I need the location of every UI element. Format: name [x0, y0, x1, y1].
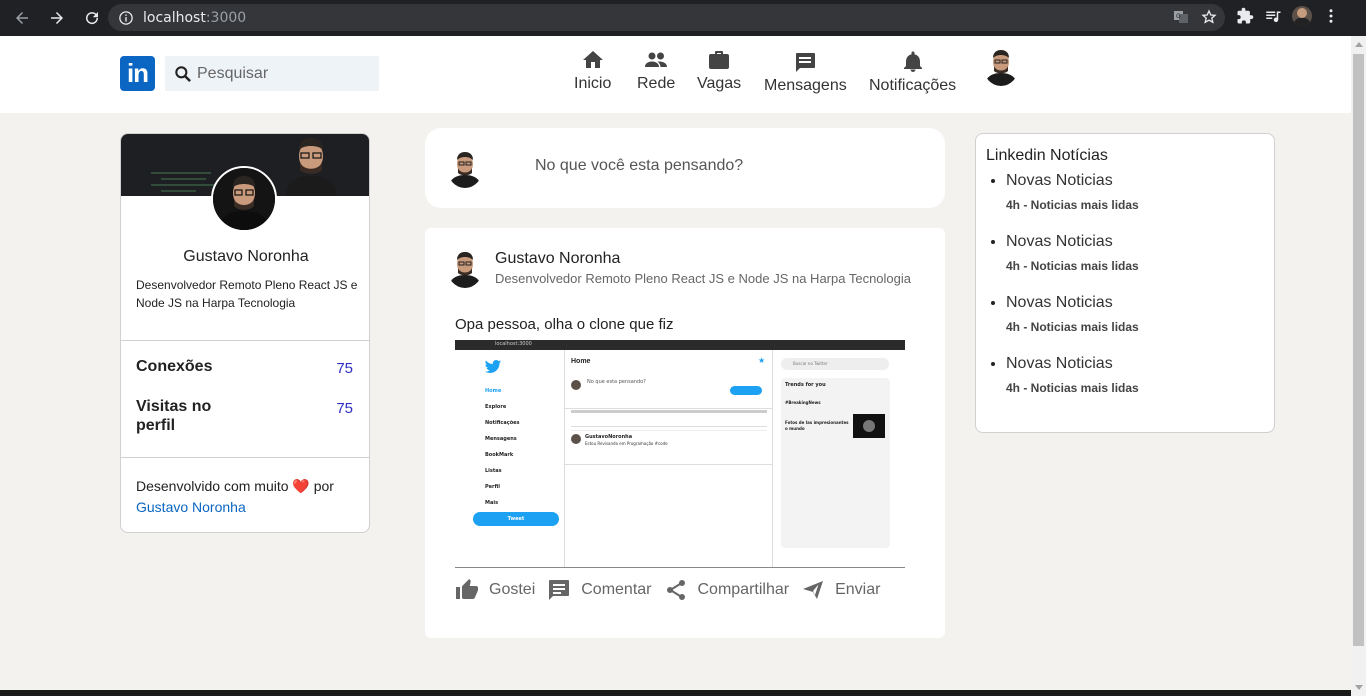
author-link[interactable]: Gustavo Noronha	[136, 499, 246, 515]
bird-logo-icon	[484, 360, 502, 374]
bell-icon	[903, 51, 922, 72]
divider	[121, 340, 369, 341]
forward-button[interactable]	[41, 2, 73, 34]
composer-avatar	[447, 148, 483, 188]
send-icon	[803, 581, 824, 599]
news-item[interactable]: Novas Noticias 4h - Noticias mais lidas	[1006, 233, 1139, 294]
translate-icon[interactable]: G	[1173, 9, 1189, 25]
profile-footer: Desenvolvido com muito ❤️ por Gustavo No…	[136, 478, 334, 515]
composer-input[interactable]: No que você esta pensando?	[535, 157, 743, 175]
arrow-left-icon	[16, 12, 28, 24]
send-button[interactable]: Enviar	[801, 578, 880, 602]
scroll-down-arrow[interactable]	[1355, 685, 1363, 690]
stat-connections-value[interactable]: 75	[336, 360, 353, 377]
nav-notificacoes[interactable]: Notificações	[869, 50, 956, 95]
news-list: Novas Noticias 4h - Noticias mais lidas …	[1006, 172, 1139, 416]
profile-name[interactable]: Gustavo Noronha	[121, 248, 369, 266]
stat-visits-value[interactable]: 75	[336, 400, 353, 417]
extensions-icon[interactable]	[1236, 7, 1254, 25]
linkedin-logo[interactable]: in	[120, 56, 155, 91]
post-author-name[interactable]: Gustavo Noronha	[495, 250, 620, 268]
browser-toolbar: localhost:3000 G	[0, 0, 1366, 36]
divider	[121, 457, 369, 458]
post-author-headline: Desenvolvedor Remoto Pleno React JS e No…	[495, 271, 911, 286]
feed-post: Gustavo Noronha Desenvolvedor Remoto Ple…	[425, 228, 945, 638]
stat-visits-label[interactable]: Visitas no perfil	[136, 397, 226, 435]
news-card: Linkedin Notícias Novas Noticias 4h - No…	[975, 133, 1275, 433]
avatar-photo	[447, 148, 483, 188]
stat-connections-label[interactable]: Conexões	[136, 357, 212, 376]
like-button[interactable]: Gostei	[455, 578, 535, 602]
nav-profile-avatar[interactable]	[983, 46, 1019, 86]
reload-icon	[86, 12, 99, 25]
post-image[interactable]: localhost:3000 Home Explore Notificações…	[455, 340, 905, 568]
reload-button[interactable]	[76, 2, 108, 34]
url-text: localhost:3000	[143, 9, 247, 26]
scrollbar-thumb[interactable]	[1353, 54, 1364, 646]
taskbar-edge	[0, 690, 1351, 696]
search-box[interactable]	[165, 56, 379, 91]
nav-rede[interactable]: Rede	[637, 48, 675, 93]
browser-profile-avatar[interactable]	[1292, 6, 1312, 26]
news-item[interactable]: Novas Noticias 4h - Noticias mais lidas	[1006, 355, 1139, 416]
mini-trends: Trends for you #BreakingNews Fotos de la…	[781, 378, 890, 548]
top-navbar: in Inicio Rede Vagas Mensagens Notificaç…	[0, 36, 1351, 113]
briefcase-icon	[709, 51, 730, 69]
share-icon	[666, 580, 685, 600]
post-actions: Gostei Comentar Compartilhar Enviar	[455, 578, 892, 602]
profile-headline: Desenvolvedor Remoto Pleno React JS e No…	[136, 278, 358, 310]
comment-icon	[549, 580, 570, 600]
profile-avatar[interactable]	[211, 166, 277, 232]
share-button[interactable]: Compartilhar	[664, 578, 789, 602]
avatar-photo	[447, 248, 483, 288]
star-icon[interactable]	[1201, 9, 1217, 25]
avatar-photo	[983, 46, 1019, 86]
scroll-up-arrow[interactable]	[1355, 42, 1363, 47]
search-input[interactable]	[197, 64, 367, 83]
thumbs-up-icon	[456, 579, 478, 599]
avatar-photo	[213, 168, 275, 230]
news-item[interactable]: Novas Noticias 4h - Noticias mais lidas	[1006, 172, 1139, 233]
svg-text:G: G	[1176, 13, 1181, 20]
news-item[interactable]: Novas Noticias 4h - Noticias mais lidas	[1006, 294, 1139, 355]
nav-inicio[interactable]: Inicio	[574, 48, 611, 93]
comment-button[interactable]: Comentar	[547, 578, 652, 602]
chat-icon	[796, 53, 816, 72]
nav-vagas[interactable]: Vagas	[697, 48, 741, 93]
news-title: Linkedin Notícias	[986, 147, 1108, 164]
page-scrollbar[interactable]	[1351, 36, 1366, 696]
post-text: Opa pessoa, olha o clone que fiz	[455, 316, 674, 333]
post-author-avatar[interactable]	[447, 248, 483, 288]
info-icon[interactable]	[119, 10, 133, 25]
more-vert-icon[interactable]	[1322, 7, 1340, 25]
people-icon	[645, 52, 668, 67]
mini-search: Buscar no Twitter	[781, 358, 889, 370]
mini-sidebar: Home Explore Notificações Mensagens Book…	[455, 350, 565, 567]
mini-browser-bar: localhost:3000	[455, 340, 905, 350]
nav-mensagens[interactable]: Mensagens	[764, 50, 847, 95]
arrow-right-icon	[51, 12, 63, 24]
back-button[interactable]	[6, 2, 38, 34]
post-composer[interactable]: No que você esta pensando?	[425, 128, 945, 208]
mini-feed: Home ★ No que esta pensando? GustavoNoro…	[565, 350, 773, 567]
cover-photo-person	[286, 138, 336, 196]
search-icon	[175, 65, 191, 82]
home-icon	[582, 51, 603, 68]
heart-icon: ❤️	[292, 478, 310, 494]
profile-card: Gustavo Noronha Desenvolvedor Remoto Ple…	[120, 133, 370, 533]
address-bar[interactable]: localhost:3000 G	[108, 4, 1225, 31]
media-queue-icon[interactable]	[1264, 7, 1282, 25]
